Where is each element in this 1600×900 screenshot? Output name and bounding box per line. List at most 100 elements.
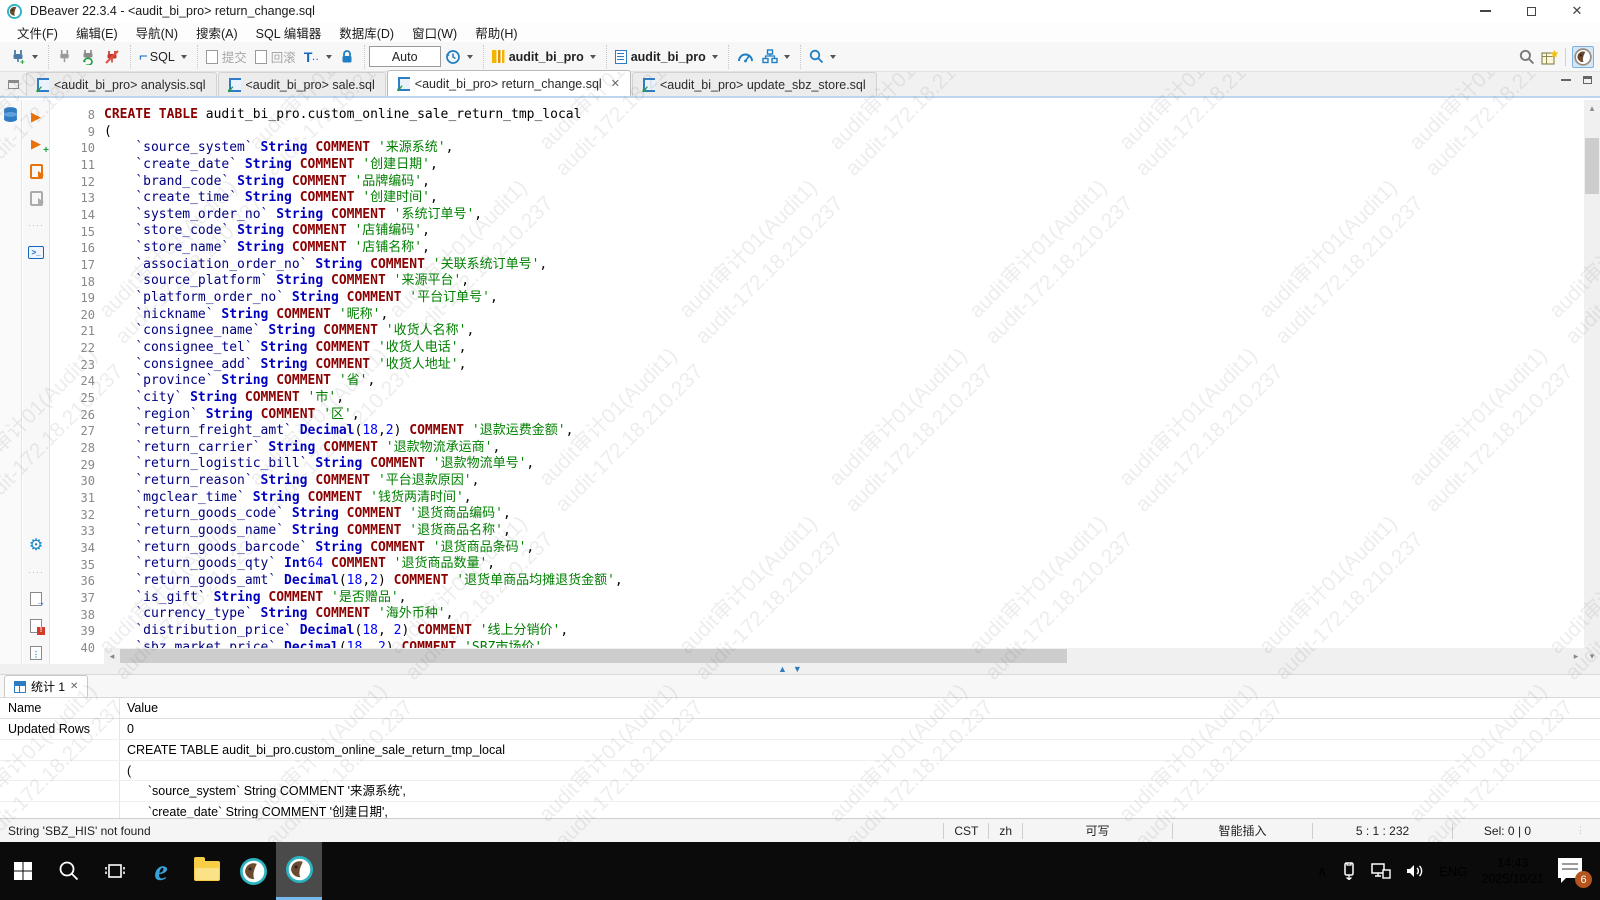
open-console-icon[interactable]: >_ — [27, 243, 45, 261]
schema-selector[interactable]: audit_bi_pro — [611, 48, 722, 66]
disconnect-button[interactable] — [100, 47, 124, 67]
sql-editor[interactable]: ▶ ▶+ ···· >_ ⚙ ···· → ! ⋮ 89101112131415… — [0, 100, 1600, 664]
notification-badge: 6 — [1575, 871, 1592, 888]
tray-chevron-icon[interactable]: ∧ — [1317, 863, 1327, 880]
code-line: `nickname` String COMMENT '昵称', — [104, 307, 1584, 324]
scroll-right-icon[interactable]: ▸ — [1568, 648, 1584, 664]
commit-button[interactable]: 提交 — [202, 45, 251, 68]
new-connection-button[interactable]: + — [6, 47, 42, 67]
reconnect-button[interactable] — [76, 47, 100, 67]
lock-icon — [340, 49, 354, 64]
quick-search-icon[interactable] — [1519, 49, 1535, 65]
task-view-button[interactable] — [92, 842, 138, 900]
scroll-left-icon[interactable]: ◂ — [104, 648, 120, 664]
transaction-log-button[interactable]: T·· — [300, 47, 336, 67]
menu-item-0[interactable]: 文件(F) — [8, 21, 67, 44]
history-clock-icon — [445, 49, 461, 65]
language-indicator[interactable]: ENG — [1439, 864, 1467, 879]
horizontal-scrollbar[interactable]: ◂ ▸ — [104, 648, 1584, 664]
code-area[interactable]: CREATE TABLE audit_bi_pro.custom_online_… — [104, 100, 1584, 648]
usb-device-icon[interactable] — [1341, 862, 1357, 880]
execute-statement-icon[interactable]: ▶ — [27, 108, 45, 126]
window-close-button[interactable]: ✕ — [1554, 0, 1600, 22]
sash-up-icon[interactable]: ▲ — [778, 664, 787, 674]
er-diagram-button[interactable] — [758, 47, 794, 66]
plug-reconnect-icon — [80, 49, 96, 65]
line-number: 30 — [51, 473, 95, 490]
statistics-view-icon[interactable]: ⋮ — [27, 644, 45, 662]
menu-item-6[interactable]: 窗口(W) — [403, 21, 466, 44]
editor-tab-3[interactable]: ✓<audit_bi_pro> update_sbz_store.sql — [632, 72, 877, 96]
menu-item-3[interactable]: 搜索(A) — [187, 21, 247, 44]
statistics-table[interactable]: NameValueUpdated Rows0CREATE TABLE audit… — [0, 698, 1600, 818]
maximize-editor-icon[interactable] — [1583, 76, 1592, 84]
transaction-history-button[interactable] — [441, 47, 477, 67]
problems-view-icon[interactable]: ! — [27, 617, 45, 635]
internet-explorer-button[interactable]: e — [138, 842, 184, 900]
file-explorer-button[interactable] — [184, 842, 230, 900]
view-menu-icon[interactable] — [0, 72, 26, 96]
execute-new-tab-icon[interactable]: ▶+ — [27, 135, 45, 153]
sash-down-icon[interactable]: ▼ — [793, 664, 802, 674]
column-header-value[interactable]: Value — [120, 698, 1600, 718]
network-icon[interactable] — [1371, 862, 1391, 880]
scroll-up-icon[interactable]: ▴ — [1584, 100, 1600, 116]
database-navigator-icon[interactable] — [2, 106, 19, 123]
result-row-1[interactable]: CREATE TABLE audit_bi_pro.custom_online_… — [0, 740, 1600, 761]
settings-gear-icon[interactable]: ⚙ — [27, 536, 45, 554]
window-restore-button[interactable] — [1508, 0, 1554, 22]
search-menu-button[interactable] — [805, 47, 840, 66]
menu-item-2[interactable]: 导航(N) — [127, 21, 187, 44]
connect-button[interactable] — [53, 47, 76, 66]
dbeaver-perspective-button[interactable] — [1572, 46, 1594, 68]
code-line: `return_carrier` String COMMENT '退款物流承运商… — [104, 440, 1584, 457]
line-number: 25 — [51, 390, 95, 407]
menu-item-4[interactable]: SQL 编辑器 — [247, 21, 331, 44]
menu-item-5[interactable]: 数据库(D) — [330, 21, 403, 44]
window-minimize-button[interactable] — [1462, 0, 1508, 22]
code-line: `return_goods_name` String COMMENT '退货商品… — [104, 523, 1584, 540]
rollback-button[interactable]: 回滚 — [251, 45, 300, 68]
vertical-scrollbar[interactable]: ▴ ▾ — [1584, 100, 1600, 664]
statistics-tab[interactable]: 统计 1 ✕ — [4, 675, 88, 697]
hscroll-thumb[interactable] — [120, 649, 1067, 663]
dashboard-button[interactable] — [733, 47, 758, 67]
editor-tab-2[interactable]: ✓<audit_bi_pro> return_change.sql✕ — [387, 70, 631, 96]
code-line: `create_date` String COMMENT '创建日期', — [104, 157, 1584, 174]
panel-sash[interactable]: ▲▼ — [0, 664, 1600, 674]
vscroll-thumb[interactable] — [1585, 138, 1599, 194]
close-tab-icon[interactable]: ✕ — [70, 681, 78, 692]
taskbar-search-button[interactable] — [46, 842, 92, 900]
result-row-2[interactable]: ( — [0, 761, 1600, 782]
dbeaver-taskbar-button-active[interactable] — [276, 842, 322, 900]
close-tab-icon[interactable]: ✕ — [611, 77, 620, 90]
menu-item-7[interactable]: 帮助(H) — [466, 21, 526, 44]
start-button[interactable] — [0, 842, 46, 900]
lock-button[interactable] — [336, 47, 358, 66]
connection-selector[interactable]: audit_bi_pro — [488, 48, 600, 66]
open-perspective-icon[interactable] — [1541, 49, 1559, 66]
minimize-editor-icon[interactable] — [1561, 79, 1571, 81]
speaker-icon[interactable] — [1405, 862, 1425, 880]
result-row-3[interactable]: `source_system` String COMMENT '来源系统', — [0, 781, 1600, 802]
line-number: 12 — [51, 174, 95, 191]
menu-item-1[interactable]: 编辑(E) — [67, 21, 127, 44]
result-row-0[interactable]: Updated Rows0 — [0, 719, 1600, 740]
line-number: 16 — [51, 240, 95, 257]
editor-tab-0[interactable]: ✓<audit_bi_pro> analysis.sql — [26, 72, 217, 96]
execute-script-icon[interactable] — [27, 162, 45, 180]
result-row-4[interactable]: `create_date` String COMMENT '创建日期', — [0, 802, 1600, 818]
line-number: 18 — [51, 274, 95, 291]
sql-file-icon: ✓ — [37, 78, 49, 92]
clock[interactable]: 14:43 2025/10/21 — [1481, 855, 1544, 887]
autocommit-combo[interactable]: Auto — [369, 46, 441, 67]
dbeaver-taskbar-button[interactable] — [230, 842, 276, 900]
output-view-icon[interactable]: → — [27, 590, 45, 608]
editor-tab-1[interactable]: ✓<audit_bi_pro> sale.sql — [218, 72, 386, 96]
explain-plan-icon[interactable] — [27, 189, 45, 207]
action-center-button[interactable]: 6 — [1558, 856, 1588, 886]
column-header-name[interactable]: Name — [0, 698, 120, 718]
scroll-down-icon[interactable]: ▾ — [1584, 648, 1600, 664]
code-line: `city` String COMMENT '市', — [104, 390, 1584, 407]
sql-editor-button[interactable]: ⌐ SQL — [135, 46, 191, 67]
